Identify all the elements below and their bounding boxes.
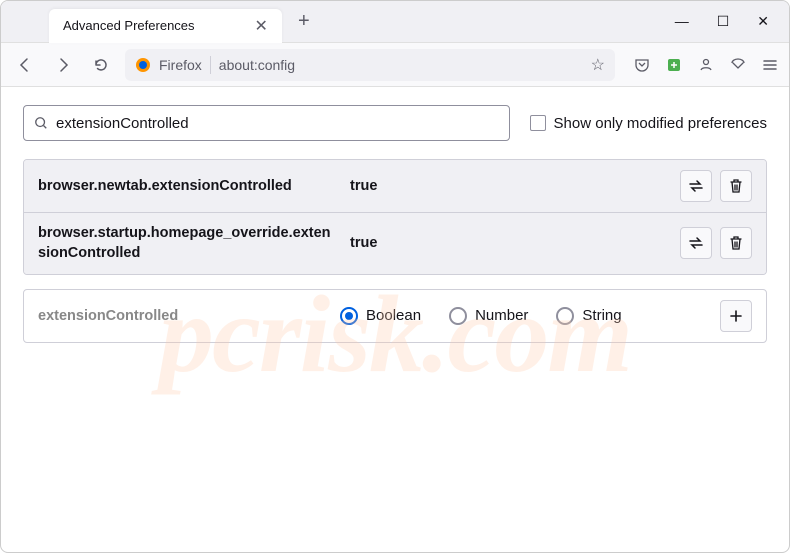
overflow-icon[interactable] — [729, 56, 747, 74]
search-input[interactable] — [56, 115, 499, 132]
account-icon[interactable] — [697, 56, 715, 74]
radio-label: String — [582, 307, 621, 324]
toolbar: Firefox about:config ☆ — [1, 43, 789, 87]
new-pref-name: extensionControlled — [38, 308, 328, 324]
pref-name: browser.startup.homepage_override.extens… — [38, 223, 338, 264]
titlebar: Advanced Preferences ✕ + — ☐ ✕ — [1, 1, 789, 43]
radio-icon — [449, 307, 467, 325]
pref-value: true — [350, 235, 668, 251]
reload-button[interactable] — [87, 51, 115, 79]
pocket-icon[interactable] — [633, 56, 651, 74]
divider — [210, 56, 211, 74]
delete-button[interactable] — [720, 170, 752, 202]
firefox-logo-icon — [135, 57, 151, 73]
browser-tab[interactable]: Advanced Preferences ✕ — [49, 9, 282, 43]
menu-button[interactable] — [761, 56, 779, 74]
toggle-button[interactable] — [680, 170, 712, 202]
type-radio-boolean[interactable]: Boolean — [340, 307, 421, 325]
new-tab-button[interactable]: + — [298, 10, 310, 33]
modified-only-checkbox[interactable] — [530, 115, 546, 131]
type-radio-number[interactable]: Number — [449, 307, 528, 325]
radio-label: Number — [475, 307, 528, 324]
url-bar[interactable]: Firefox about:config ☆ — [125, 49, 615, 81]
radio-icon — [340, 307, 358, 325]
search-box[interactable] — [23, 105, 510, 141]
pref-row: browser.startup.homepage_override.extens… — [24, 212, 766, 274]
radio-icon — [556, 307, 574, 325]
type-radio-string[interactable]: String — [556, 307, 621, 325]
close-window-button[interactable]: ✕ — [757, 13, 769, 30]
modified-only-label: Show only modified preferences — [554, 115, 767, 132]
delete-button[interactable] — [720, 227, 752, 259]
search-icon — [34, 116, 48, 130]
minimize-button[interactable]: — — [675, 13, 689, 30]
preferences-table: browser.newtab.extensionControlled true … — [23, 159, 767, 275]
add-button[interactable] — [720, 300, 752, 332]
identity-label: Firefox — [159, 57, 202, 73]
radio-label: Boolean — [366, 307, 421, 324]
maximize-button[interactable]: ☐ — [717, 13, 730, 30]
extension-icon[interactable] — [665, 56, 683, 74]
window-controls: — ☐ ✕ — [675, 13, 769, 30]
close-tab-icon[interactable]: ✕ — [255, 16, 268, 36]
pref-value: true — [350, 178, 668, 194]
bookmark-star-icon[interactable]: ☆ — [591, 55, 605, 75]
tab-title: Advanced Preferences — [63, 18, 195, 33]
toggle-button[interactable] — [680, 227, 712, 259]
forward-button[interactable] — [49, 51, 77, 79]
url-text: about:config — [219, 57, 583, 73]
back-button[interactable] — [11, 51, 39, 79]
pref-name: browser.newtab.extensionControlled — [38, 176, 338, 196]
content-area: Show only modified preferences browser.n… — [1, 87, 789, 361]
new-pref-row: extensionControlled Boolean Number Strin… — [23, 289, 767, 343]
pref-row: browser.newtab.extensionControlled true — [24, 160, 766, 212]
